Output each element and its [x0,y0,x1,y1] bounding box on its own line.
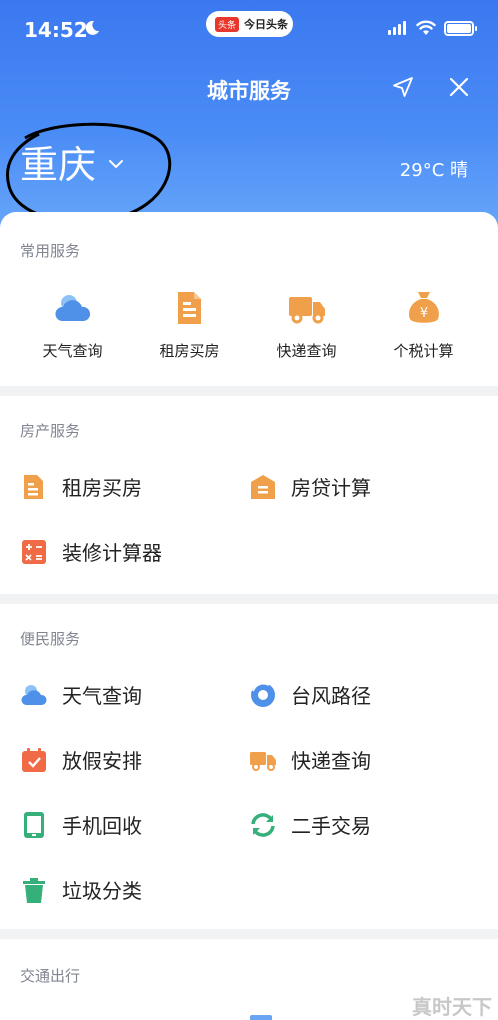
service-label: 二手交易 [291,814,371,838]
battery-icon [444,20,477,36]
section-title: 便民服务 [20,630,81,648]
truck-icon [288,297,325,324]
money-bag-icon: ¥ [408,292,439,323]
convenience-typhoon[interactable]: 台风路径 [249,680,371,709]
document-icon [24,474,43,499]
app-badge-logo: 头条 [215,16,240,32]
service-label: 快递查询 [276,342,337,360]
convenience-phone-recycle[interactable]: 手机回收 [20,810,142,839]
property-rent[interactable]: 租房买房 [20,472,142,501]
recycle-icon [251,812,275,837]
svg-text:¥: ¥ [419,306,427,321]
document-icon [177,292,201,324]
cloud-icon [21,684,47,705]
service-label: 租房买房 [159,342,220,360]
header: 14:52 头条 今日头条 城市服务 重庆 29°C 晴 [0,0,498,240]
convenience-services-section: 便民服务 天气查询 台风路径 放假安排 快递查询 手机回收 二手交易 垃圾分类 [0,604,498,929]
section-title: 交通出行 [20,967,81,985]
property-loan[interactable]: 房贷计算 [249,472,371,501]
convenience-express[interactable]: 快递查询 [249,745,371,774]
convenience-weather[interactable]: 天气查询 [20,680,142,709]
typhoon-icon [251,682,275,707]
common-services-grid: 天气查询 租房买房 快递查询 ¥ 个税计算 [0,288,498,361]
service-express[interactable]: 快递查询 [248,288,365,361]
property-services-section: 房产服务 租房买房 房贷计算 装修计算器 [0,396,498,594]
service-tax[interactable]: ¥ 个税计算 [365,288,482,361]
service-rent[interactable]: 租房买房 [131,288,248,361]
moon-icon [85,20,99,35]
truck-icon [250,751,276,771]
service-label: 天气查询 [42,342,103,360]
service-weather[interactable]: 天气查询 [14,288,131,361]
status-icons [388,20,477,36]
service-label: 快递查询 [291,749,371,773]
wifi-icon [416,20,436,35]
service-label: 装修计算器 [62,541,162,565]
calculator-icon [22,539,46,564]
service-label: 手机回收 [62,814,142,838]
close-icon[interactable] [447,75,471,99]
common-services-section: 常用服务 天气查询 租房买房 快递查询 ¥ 个税计算 [0,212,498,386]
service-label: 个税计算 [393,342,454,360]
watermark: 真时天下 [412,995,492,1019]
page-title: 城市服务 [207,79,291,103]
phone-icon [24,811,44,838]
property-renovation-calculator[interactable]: 装修计算器 [20,537,162,566]
convenience-holiday[interactable]: 放假安排 [20,745,142,774]
service-label: 放假安排 [62,749,142,773]
app-badge-name: 今日头条 [244,18,289,31]
app-badge[interactable]: 头条 今日头条 [206,11,293,37]
trash-icon [23,877,45,903]
house-icon [251,474,275,499]
convenience-second-hand[interactable]: 二手交易 [249,810,371,839]
service-label: 台风路径 [291,684,371,708]
signal-icon [388,21,408,35]
status-time: 14:52 [24,18,88,42]
convenience-garbage-sorting[interactable]: 垃圾分类 [20,875,142,904]
section-title: 常用服务 [20,242,81,260]
section-title: 房产服务 [20,422,81,440]
transport-icon-partial [250,1015,272,1020]
service-label: 垃圾分类 [62,879,142,903]
weather-text: 29°C 晴 [399,160,468,181]
service-label: 天气查询 [62,684,142,708]
cloud-icon [54,295,90,321]
location-arrow-icon[interactable] [391,75,415,99]
hand-drawn-circle-annotation [6,122,172,223]
calendar-icon [22,747,46,772]
service-label: 房贷计算 [291,476,371,500]
service-label: 租房买房 [62,476,142,500]
